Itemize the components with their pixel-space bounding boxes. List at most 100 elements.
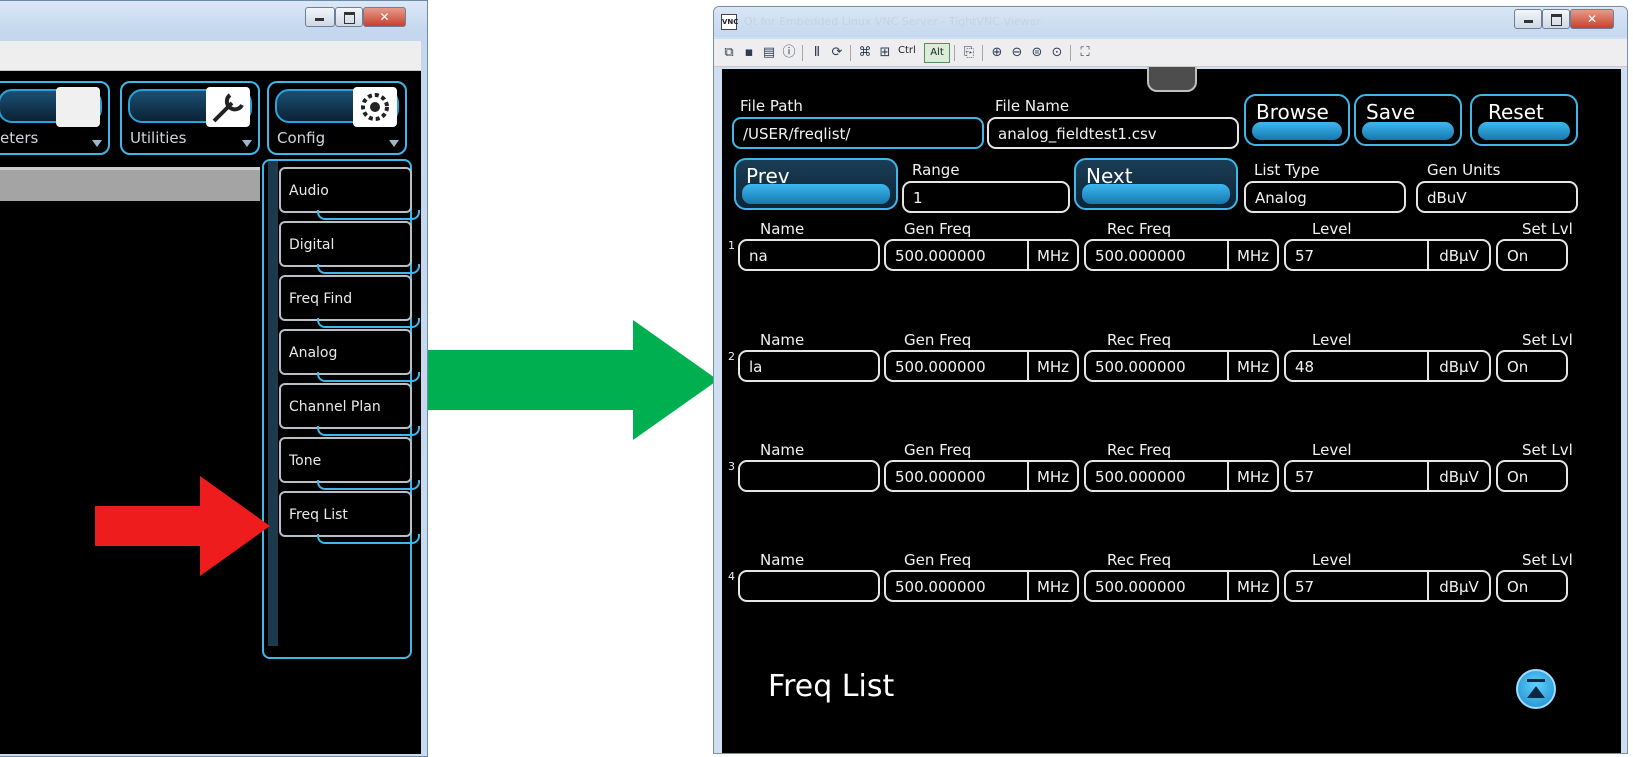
close-icon[interactable]: ✕: [363, 7, 406, 27]
range-field[interactable]: 1: [902, 181, 1070, 213]
alt-key[interactable]: Alt: [924, 43, 950, 63]
range-label: Range: [912, 161, 960, 179]
level-unit: dBμV: [1428, 570, 1491, 602]
gen-freq-field[interactable]: 500.000000: [884, 239, 1029, 271]
next-button[interactable]: Next: [1074, 158, 1238, 210]
vnc-icon: VNC: [721, 14, 738, 30]
row-rec-freq-header: Rec Freq: [1107, 331, 1172, 349]
wrench-icon: [206, 87, 250, 127]
level-field[interactable]: 57: [1284, 570, 1429, 602]
config-button[interactable]: Config: [267, 81, 407, 155]
rec-freq-field[interactable]: 500.000000: [1084, 570, 1229, 602]
row-index: 1: [728, 239, 735, 252]
refresh-icon[interactable]: ⟳: [828, 44, 846, 62]
remote-screen: File Path /USER/freqlist/ File Name anal…: [722, 67, 1621, 753]
row-index: 4: [728, 570, 735, 583]
set-lvl-field[interactable]: On: [1496, 239, 1568, 271]
zoom-in-icon[interactable]: ⊕: [988, 44, 1006, 62]
row-set-lvl-header: Set Lvl: [1522, 220, 1573, 238]
maximize-icon[interactable]: [1542, 9, 1570, 29]
page-title: Freq List: [768, 669, 895, 704]
zoom-100-icon[interactable]: ⊜: [1028, 44, 1046, 62]
tab-handle[interactable]: [1147, 67, 1197, 92]
rec-freq-field[interactable]: 500.000000: [1084, 239, 1229, 271]
row-gen-freq-header: Gen Freq: [904, 331, 972, 349]
menu-item-tone[interactable]: Tone: [279, 437, 420, 490]
menu-item-audio[interactable]: Audio: [279, 167, 420, 220]
row-index: 2: [728, 350, 735, 363]
utilities-button[interactable]: Utilities: [120, 81, 260, 155]
rec-freq-unit: MHz: [1228, 239, 1279, 271]
device-screen: eters Utilities Config Audio Digital Fre…: [0, 71, 421, 754]
row-set-lvl-header: Set Lvl: [1522, 441, 1573, 459]
minimize-icon[interactable]: [1514, 9, 1542, 29]
zoom-auto-icon[interactable]: ⊙: [1048, 44, 1066, 62]
clipboard-icon[interactable]: ⎘: [960, 44, 978, 62]
close-icon[interactable]: ✕: [1570, 9, 1614, 29]
row-name-field[interactable]: [738, 460, 880, 492]
row-index: 3: [728, 460, 735, 473]
reset-button[interactable]: Reset: [1470, 94, 1578, 146]
menu-item-digital[interactable]: Digital: [279, 221, 420, 274]
row-name-field[interactable]: na: [738, 239, 880, 271]
rec-freq-unit: MHz: [1228, 570, 1279, 602]
menu-item-freq-find[interactable]: Freq Find: [279, 275, 420, 328]
gen-units-label: Gen Units: [1427, 161, 1501, 179]
gen-freq-unit: MHz: [1028, 570, 1079, 602]
options-icon[interactable]: ▤: [760, 44, 778, 62]
file-path-label: File Path: [740, 97, 803, 115]
menu-item-freq-list[interactable]: Freq List: [279, 491, 420, 544]
list-type-field[interactable]: Analog: [1244, 181, 1406, 213]
row-level-header: Level: [1312, 220, 1352, 238]
meters-icon: [56, 87, 100, 127]
row-gen-freq-header: Gen Freq: [904, 220, 972, 238]
row-set-lvl-header: Set Lvl: [1522, 331, 1573, 349]
pause-icon[interactable]: Ⅱ: [808, 44, 826, 62]
fullscreen-icon[interactable]: ⛶: [1076, 44, 1094, 62]
level-unit: dBμV: [1428, 460, 1491, 492]
level-field[interactable]: 57: [1284, 460, 1429, 492]
row-level-header: Level: [1312, 551, 1352, 569]
rec-freq-field[interactable]: 500.000000: [1084, 460, 1229, 492]
menu-item-channel-plan[interactable]: Channel Plan: [279, 383, 420, 436]
row-name-header: Name: [760, 331, 805, 349]
file-name-field[interactable]: analog_fieldtest1.csv: [987, 117, 1239, 149]
save-button[interactable]: Save: [1354, 94, 1462, 146]
browse-button[interactable]: Browse: [1244, 94, 1350, 146]
rec-freq-unit: MHz: [1228, 350, 1279, 382]
minimize-icon[interactable]: [305, 7, 335, 27]
prev-button[interactable]: Prev: [734, 158, 898, 210]
zoom-out-icon[interactable]: ⊖: [1008, 44, 1026, 62]
ctrl-key[interactable]: Ctrl: [898, 45, 916, 56]
row-name-field[interactable]: [738, 570, 880, 602]
scroll-to-top-icon[interactable]: [1516, 669, 1556, 709]
transition-arrow-icon: [428, 320, 718, 440]
level-field[interactable]: 57: [1284, 239, 1429, 271]
row-level-header: Level: [1312, 331, 1352, 349]
menu-item-analog[interactable]: Analog: [279, 329, 420, 382]
gen-freq-field[interactable]: 500.000000: [884, 570, 1029, 602]
level-field[interactable]: 48: [1284, 350, 1429, 382]
windows-key-icon[interactable]: ⊞: [876, 44, 894, 62]
list-type-label: List Type: [1254, 161, 1320, 179]
set-lvl-field[interactable]: On: [1496, 460, 1568, 492]
save-icon[interactable]: ▪: [740, 44, 758, 62]
gen-freq-field[interactable]: 500.000000: [884, 350, 1029, 382]
row-name-header: Name: [760, 441, 805, 459]
row-gen-freq-header: Gen Freq: [904, 441, 972, 459]
gen-freq-field[interactable]: 500.000000: [884, 460, 1029, 492]
gen-freq-unit: MHz: [1028, 460, 1079, 492]
file-path-field[interactable]: /USER/freqlist/: [732, 117, 984, 149]
gen-units-field[interactable]: dBuV: [1416, 181, 1578, 213]
row-name-field[interactable]: la: [738, 350, 880, 382]
info-icon[interactable]: ⓘ: [780, 44, 798, 62]
set-lvl-field[interactable]: On: [1496, 570, 1568, 602]
set-lvl-field[interactable]: On: [1496, 350, 1568, 382]
maximize-icon[interactable]: [335, 7, 363, 27]
level-unit: dBμV: [1428, 350, 1491, 382]
meters-button[interactable]: eters: [0, 81, 110, 155]
row-set-lvl-header: Set Lvl: [1522, 551, 1573, 569]
ctrl-alt-del-icon[interactable]: ⌘: [856, 44, 874, 62]
new-connection-icon[interactable]: ⧉: [720, 44, 738, 62]
rec-freq-field[interactable]: 500.000000: [1084, 350, 1229, 382]
